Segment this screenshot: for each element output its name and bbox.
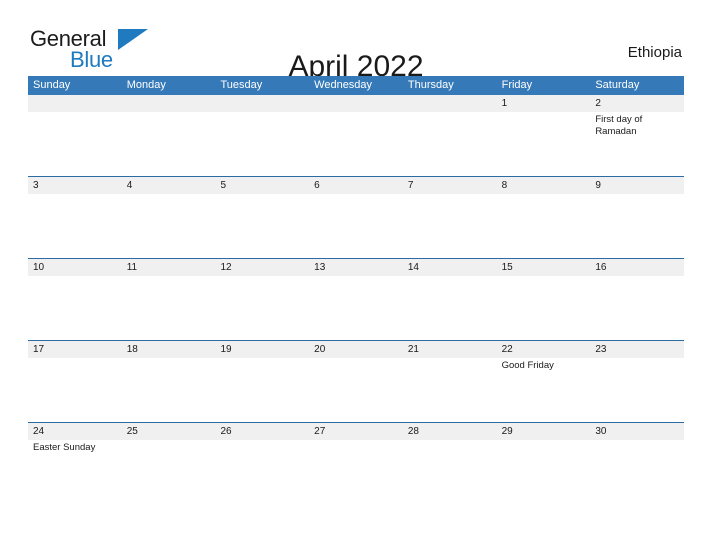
weekday-header-monday: Monday (126, 79, 166, 91)
day-number: 5 (220, 180, 226, 191)
calendar-day-cell-26[interactable]: 26 (215, 423, 309, 504)
day-number: 25 (126, 426, 138, 437)
calendar-day-cell-8[interactable]: 8 (497, 177, 591, 258)
day-number: 13 (314, 262, 326, 273)
day-number: 29 (501, 426, 513, 437)
calendar-day-cell-15[interactable]: 15 (497, 259, 591, 340)
calendar-grid: Sunday Monday Tuesday Wednesday Thursday Frid… (28, 76, 684, 504)
day-number: 15 (501, 262, 513, 273)
calendar-day-cell-27[interactable]: 27 (309, 423, 403, 504)
calendar-day-cell-20[interactable]: 20 (309, 341, 403, 422)
day-number: 3 (33, 180, 39, 191)
calendar-day-cell-23[interactable]: 23 (590, 341, 684, 422)
weekday-header-sunday: Sunday (33, 79, 71, 91)
weekday-header-row: Sunday Monday Tuesday Wednesday Thursday Frid… (28, 76, 684, 95)
day-number: 23 (595, 344, 607, 355)
calendar-day-cell-16[interactable]: 16 (590, 259, 684, 340)
day-number: 12 (220, 262, 232, 273)
calendar-day-cell-empty (309, 95, 403, 176)
calendar-day-cell-9[interactable]: 9 (590, 177, 684, 258)
calendar-day-cell-21[interactable]: 21 (403, 341, 497, 422)
weekday-header-saturday: Saturday (595, 79, 640, 91)
day-events: Easter Sunday (33, 442, 117, 454)
calendar-day-cell-7[interactable]: 7 (403, 177, 497, 258)
calendar-week-row: 10 11 12 13 14 15 16 (28, 258, 684, 340)
calendar-day-cell-24[interactable]: 24 Easter Sunday (28, 423, 122, 504)
calendar-day-cell-17[interactable]: 17 (28, 341, 122, 422)
calendar-day-cell-3[interactable]: 3 (28, 177, 122, 258)
day-number: 10 (33, 262, 45, 273)
weekday-header-wednesday: Wednesday (314, 79, 373, 91)
triangle-flag-icon (118, 29, 148, 50)
day-number: 26 (220, 426, 232, 437)
weekday-header-thursday: Thursday (407, 79, 454, 91)
day-number: 17 (33, 344, 45, 355)
calendar-page: General Blue April 2022 Ethiopia Sunday M… (0, 0, 712, 550)
calendar-day-cell-2[interactable]: 2 First day of Ramadan (590, 95, 684, 176)
day-number: 9 (595, 180, 601, 191)
calendar-weeks: 1 2 First day of Ramadan 3 4 5 6 7 8 9 10 11 12 13 14 1… (28, 95, 684, 504)
day-number: 2 (595, 98, 601, 109)
calendar-day-cell-30[interactable]: 30 (590, 423, 684, 504)
day-number: 20 (314, 344, 326, 355)
calendar-day-cell-1[interactable]: 1 (497, 95, 591, 176)
day-number: 24 (33, 426, 45, 437)
day-number: 18 (126, 344, 138, 355)
weekday-header-friday: Friday (501, 79, 533, 91)
calendar-day-cell-6[interactable]: 6 (309, 177, 403, 258)
calendar-day-cell-10[interactable]: 10 (28, 259, 122, 340)
day-number: 30 (595, 426, 607, 437)
day-events: First day of Ramadan (595, 114, 679, 138)
day-number: 19 (220, 344, 232, 355)
day-number: 8 (501, 180, 508, 191)
calendar-day-cell-13[interactable]: 13 (309, 259, 403, 340)
day-number: 6 (314, 180, 320, 191)
day-number: 11 (126, 262, 138, 273)
calendar-day-cell-empty (28, 95, 122, 176)
calendar-day-cell-18[interactable]: 18 (122, 341, 216, 422)
calendar-day-cell-25[interactable]: 25 (122, 423, 216, 504)
day-number: 16 (595, 262, 607, 273)
event-label: Good Friday (501, 360, 554, 371)
calendar-week-row: 24 Easter Sunday 25 26 27 28 29 30 (28, 422, 684, 504)
calendar-week-row: 1 2 First day of Ramadan (28, 95, 684, 176)
calendar-day-cell-19[interactable]: 19 (215, 341, 309, 422)
day-number: 7 (407, 180, 414, 191)
calendar-day-cell-28[interactable]: 28 (403, 423, 497, 504)
calendar-day-cell-4[interactable]: 4 (122, 177, 216, 258)
page-header: General Blue April 2022 Ethiopia (0, 0, 712, 84)
day-events: Good Friday (502, 360, 586, 372)
event-label: Easter Sunday (33, 442, 96, 453)
day-number: 14 (407, 262, 419, 273)
calendar-day-cell-11[interactable]: 11 (122, 259, 216, 340)
calendar-day-cell-empty (403, 95, 497, 176)
day-number: 21 (407, 344, 419, 355)
calendar-day-cell-14[interactable]: 14 (403, 259, 497, 340)
weekday-header-tuesday: Tuesday (220, 79, 263, 91)
calendar-day-cell-29[interactable]: 29 (497, 423, 591, 504)
calendar-day-cell-22[interactable]: 22 Good Friday (497, 341, 591, 422)
day-number: 28 (407, 426, 419, 437)
day-number: 22 (501, 344, 513, 355)
day-number: 27 (314, 426, 326, 437)
region-label: Ethiopia (627, 44, 682, 61)
calendar-day-cell-empty (215, 95, 309, 176)
calendar-day-cell-empty (122, 95, 216, 176)
calendar-week-row: 3 4 5 6 7 8 9 (28, 176, 684, 258)
calendar-day-cell-5[interactable]: 5 (215, 177, 309, 258)
calendar-week-row: 17 18 19 20 21 22 Good Friday 23 (28, 340, 684, 422)
event-label: First day of Ramadan (595, 114, 643, 137)
calendar-day-cell-12[interactable]: 12 (215, 259, 309, 340)
day-number: 1 (501, 98, 508, 109)
day-number: 4 (126, 180, 133, 191)
